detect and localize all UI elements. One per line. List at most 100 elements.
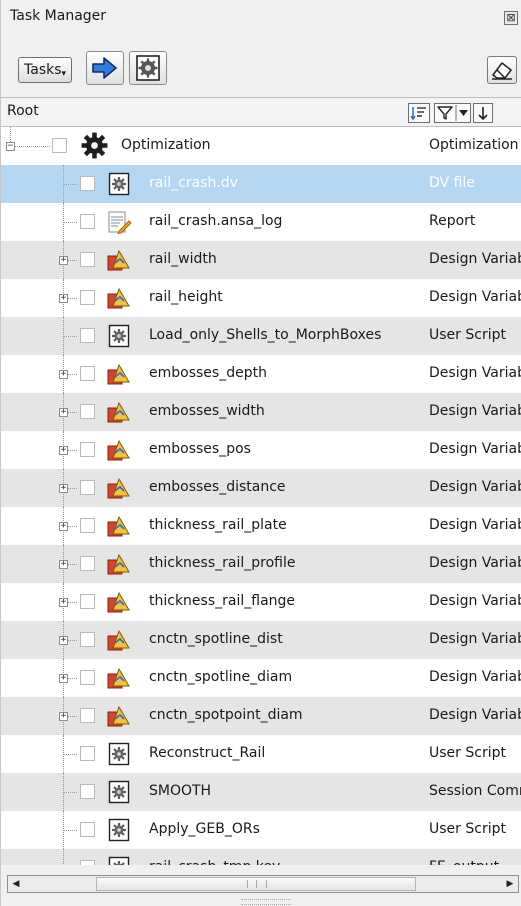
- expand-icon[interactable]: +: [59, 408, 68, 417]
- expand-icon[interactable]: +: [59, 484, 68, 493]
- run-arrow-button[interactable]: [86, 51, 124, 85]
- tree-row[interactable]: Load_only_Shells_to_MorphBoxes User Scrip…: [1, 317, 521, 355]
- expand-icon[interactable]: +: [59, 256, 68, 265]
- row-name: embosses_distance: [149, 479, 286, 495]
- sort-lines-icon: [410, 107, 426, 121]
- scroll-thumb[interactable]: [96, 877, 416, 891]
- row-checkbox[interactable]: [80, 784, 95, 799]
- row-type: DV file: [429, 175, 475, 191]
- row-name: rail_height: [149, 289, 223, 305]
- row-type: Design Variable: [429, 593, 521, 609]
- row-checkbox[interactable]: [80, 860, 95, 865]
- row-checkbox[interactable]: [80, 632, 95, 647]
- script-gear-icon: [108, 742, 130, 766]
- row-type: Design Variable: [429, 441, 521, 457]
- report-edit-icon: [108, 211, 131, 234]
- row-checkbox[interactable]: [52, 138, 67, 153]
- row-checkbox[interactable]: [80, 366, 95, 381]
- row-checkbox[interactable]: [80, 822, 95, 837]
- expand-icon[interactable]: +: [59, 560, 68, 569]
- row-type: Design Variable: [429, 517, 521, 533]
- row-checkbox[interactable]: [80, 556, 95, 571]
- tree-row[interactable]: + embosses_pos Design Variable: [1, 431, 521, 469]
- filter-button[interactable]: [434, 103, 471, 123]
- row-checkbox[interactable]: [80, 328, 95, 343]
- row-checkbox[interactable]: [80, 404, 95, 419]
- script-task-button[interactable]: [129, 51, 167, 85]
- design-variable-icon: [107, 591, 130, 613]
- row-checkbox[interactable]: [80, 252, 95, 267]
- tree-row[interactable]: Reconstruct_Rail User Script: [1, 735, 521, 773]
- scroll-thumb-grip: [247, 880, 267, 888]
- expand-icon[interactable]: +: [59, 522, 68, 531]
- horizontal-scrollbar[interactable]: ◀ ▶: [7, 875, 519, 893]
- row-name: Apply_GEB_ORs: [149, 821, 260, 837]
- expand-icon[interactable]: +: [59, 674, 68, 683]
- tree-connector-line: [10, 146, 50, 147]
- row-name: thickness_rail_flange: [149, 593, 296, 609]
- row-checkbox[interactable]: [80, 480, 95, 495]
- row-type: Design Variable: [429, 365, 521, 381]
- tree-row[interactable]: + rail_width Design Variable: [1, 241, 521, 279]
- tree-row[interactable]: SMOOTH Session Command: [1, 773, 521, 811]
- resize-grip[interactable]: [241, 899, 291, 905]
- expand-icon[interactable]: +: [59, 446, 68, 455]
- row-checkbox[interactable]: [80, 518, 95, 533]
- sort-direction-button[interactable]: [473, 103, 493, 123]
- tree-row[interactable]: rail_crash.ansa_log Report: [1, 203, 521, 241]
- row-checkbox[interactable]: [80, 746, 95, 761]
- row-name: Load_only_Shells_to_MorphBoxes: [149, 327, 382, 343]
- row-checkbox[interactable]: [80, 442, 95, 457]
- row-type: User Script: [429, 327, 506, 343]
- tree-row[interactable]: + cnctn_spotpoint_diam Design Variable: [1, 697, 521, 735]
- expand-icon[interactable]: +: [59, 598, 68, 607]
- tree-row[interactable]: rail_crash.dv DV file: [1, 165, 521, 203]
- row-checkbox[interactable]: [80, 708, 95, 723]
- tree-row[interactable]: + thickness_rail_profile Design Variable: [1, 545, 521, 583]
- tree-row[interactable]: − Optimization Optimization: [1, 127, 521, 165]
- tree-row[interactable]: Apply_GEB_ORs User Script: [1, 811, 521, 849]
- expand-icon[interactable]: +: [59, 370, 68, 379]
- tree-row[interactable]: + embosses_width Design Variable: [1, 393, 521, 431]
- script-gear-icon: [108, 172, 130, 196]
- eraser-button[interactable]: [487, 56, 517, 84]
- close-icon[interactable]: ⊠: [504, 11, 518, 25]
- tree-row[interactable]: + embosses_depth Design Variable: [1, 355, 521, 393]
- expand-icon[interactable]: +: [59, 636, 68, 645]
- chevron-down-icon: ▾: [61, 69, 67, 79]
- row-name: embosses_width: [149, 403, 265, 419]
- row-type: Design Variable: [429, 251, 521, 267]
- row-type: Design Variable: [429, 631, 521, 647]
- row-checkbox[interactable]: [80, 214, 95, 229]
- tree-row[interactable]: + thickness_rail_flange Design Variable: [1, 583, 521, 621]
- design-variable-icon: [107, 401, 130, 423]
- row-type: Design Variable: [429, 707, 521, 723]
- script-gear-icon: [108, 780, 130, 804]
- scroll-right-icon[interactable]: ▶: [502, 876, 518, 892]
- tree-connector-line: [63, 849, 64, 865]
- collapse-icon[interactable]: −: [6, 142, 15, 151]
- tree-row[interactable]: + cnctn_spotline_diam Design Variable: [1, 659, 521, 697]
- arrow-down-icon: [478, 107, 488, 121]
- gear-large-icon: [81, 132, 108, 159]
- tree-row[interactable]: + rail_height Design Variable: [1, 279, 521, 317]
- sort-button[interactable]: [408, 103, 430, 123]
- tasks-menu-button[interactable]: Tasks▾: [18, 57, 73, 83]
- tree-row[interactable]: rail_crash_tmp.key FE_output: [1, 849, 521, 865]
- scroll-left-icon[interactable]: ◀: [8, 876, 24, 892]
- filter-icon: [437, 105, 468, 121]
- row-checkbox[interactable]: [80, 176, 95, 191]
- row-name: Reconstruct_Rail: [149, 745, 266, 761]
- design-variable-icon: [107, 553, 130, 575]
- tree-row[interactable]: + thickness_rail_plate Design Variable: [1, 507, 521, 545]
- expand-icon[interactable]: +: [59, 712, 68, 721]
- expand-icon[interactable]: +: [59, 294, 68, 303]
- row-checkbox[interactable]: [80, 670, 95, 685]
- eraser-icon: [492, 62, 512, 80]
- tree-row[interactable]: + cnctn_spotline_dist Design Variable: [1, 621, 521, 659]
- row-type: User Script: [429, 821, 506, 837]
- tree-connector-line: [63, 336, 77, 337]
- row-checkbox[interactable]: [80, 594, 95, 609]
- tree-row[interactable]: + embosses_distance Design Variable: [1, 469, 521, 507]
- row-checkbox[interactable]: [80, 290, 95, 305]
